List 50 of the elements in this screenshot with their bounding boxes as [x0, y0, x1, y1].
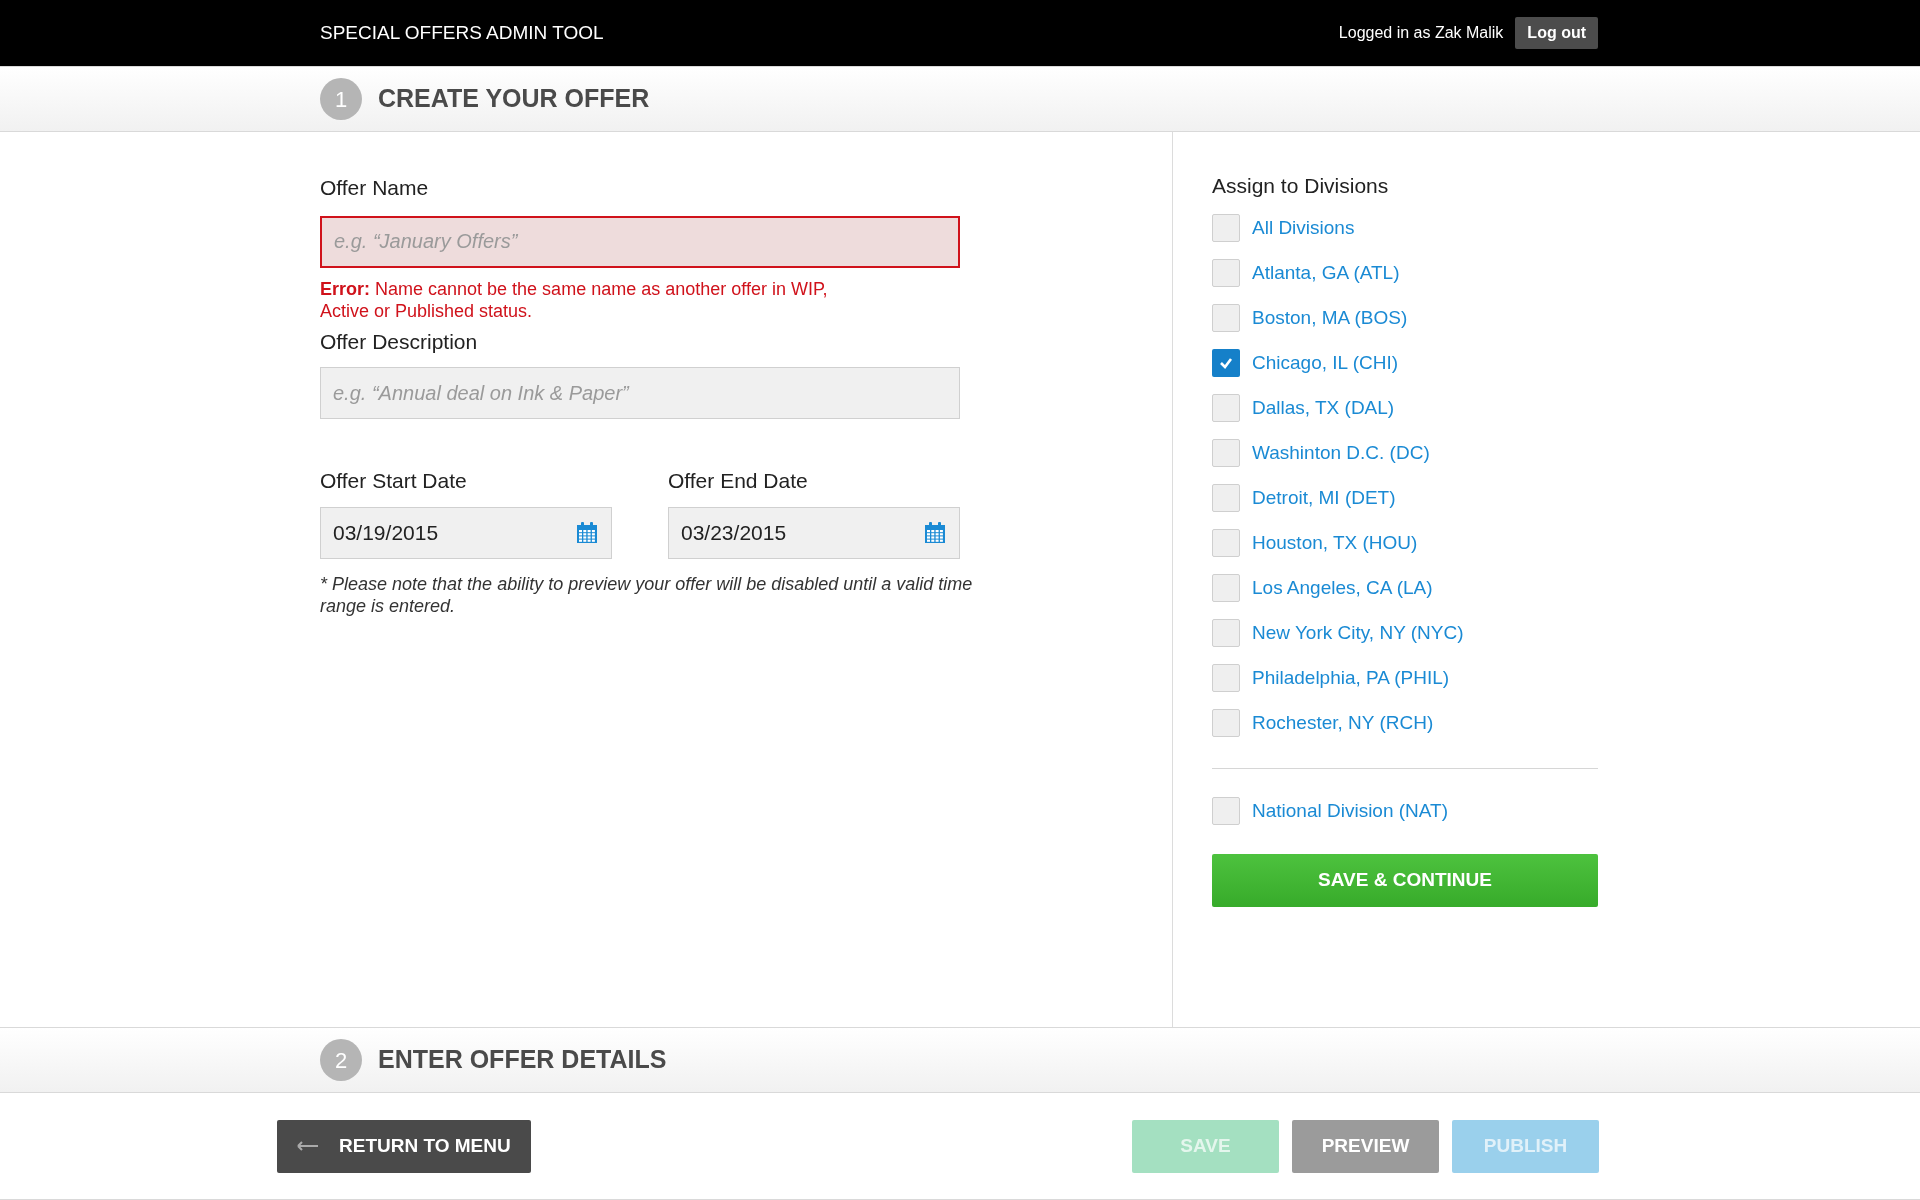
field-label: Offer End Date [668, 468, 809, 494]
field-label: Offer Description [320, 328, 479, 355]
checkbox[interactable] [1212, 664, 1240, 692]
checkbox-label[interactable]: Boston, MA (BOS) [1252, 303, 1408, 333]
checkbox-label[interactable]: Houston, TX (HOU) [1252, 528, 1418, 558]
checkbox-label[interactable]: New York City, NY (NYC) [1252, 618, 1464, 648]
checkbox[interactable] [1212, 797, 1240, 825]
date-field[interactable]: 03/19/2015 [320, 506, 612, 559]
checkbox-label[interactable]: Chicago, IL (CHI) [1252, 348, 1399, 378]
login-status: Logged in as Zak Malik [1338, 23, 1504, 43]
step-number: 1 [320, 78, 362, 120]
checkbox-label[interactable]: Rochester, NY (RCH) [1252, 708, 1434, 738]
offer-description-field[interactable]: e.g. “Annual deal on Ink & Paper” [320, 367, 960, 419]
app-title: SPECIAL OFFERS ADMIN TOOL [320, 20, 604, 45]
checkbox[interactable] [1212, 529, 1240, 557]
field-label: Offer Start Date [320, 468, 468, 494]
section-title: CREATE YOUR OFFER [378, 83, 650, 115]
checkbox-label[interactable]: Dallas, TX (DAL) [1252, 393, 1395, 423]
checkbox[interactable] [1212, 484, 1240, 512]
calendar-icon[interactable] [575, 520, 599, 545]
return-to-menu-button[interactable]: RETURN TO MENU [277, 1119, 531, 1173]
checkbox-label[interactable]: Philadelphia, PA (PHIL) [1252, 663, 1450, 693]
checkbox[interactable] [1212, 574, 1240, 602]
checkbox-label[interactable]: Atlanta, GA (ATL) [1252, 258, 1400, 288]
checkbox[interactable] [1212, 304, 1240, 332]
error-message: Error: Name cannot be the same name as another offer in WIP, Active or Published status. [320, 277, 829, 322]
checkbox-label[interactable]: Los Angeles, CA (LA) [1252, 573, 1433, 603]
date-field[interactable]: 03/23/2015 [668, 506, 960, 559]
checkbox-label[interactable]: All Divisions [1252, 213, 1355, 243]
checkbox[interactable] [1212, 439, 1240, 467]
checkbox[interactable] [1212, 349, 1240, 377]
checkbox[interactable] [1212, 259, 1240, 287]
note-text: * Please note that the ability to preview your offer will be disabled until a valid time range is entered. [320, 572, 974, 617]
checkbox-label[interactable]: Washinton D.C. (DC) [1252, 438, 1430, 468]
section-title: ENTER OFFER DETAILS [378, 1044, 667, 1076]
calendar-icon[interactable] [923, 520, 947, 545]
footer-button[interactable]: PREVIEW [1292, 1119, 1439, 1173]
step-number: 2 [320, 1039, 362, 1081]
left-arrow-icon [297, 1141, 319, 1151]
divisions-title: Assign to Divisions [1212, 173, 1390, 199]
checkbox[interactable] [1212, 709, 1240, 737]
checkbox[interactable] [1212, 394, 1240, 422]
checkbox[interactable] [1212, 619, 1240, 647]
checkbox-label[interactable]: National Division (NAT) [1252, 796, 1449, 826]
checkbox[interactable] [1212, 214, 1240, 242]
save-continue-button[interactable]: SAVE & CONTINUE [1212, 853, 1598, 907]
field-label: Offer Name [320, 175, 430, 201]
checkbox-label[interactable]: Detroit, MI (DET) [1252, 483, 1396, 513]
offer-name-field[interactable]: e.g. “January Offers” [320, 215, 960, 268]
logout-button[interactable]: Log out [1515, 17, 1598, 49]
